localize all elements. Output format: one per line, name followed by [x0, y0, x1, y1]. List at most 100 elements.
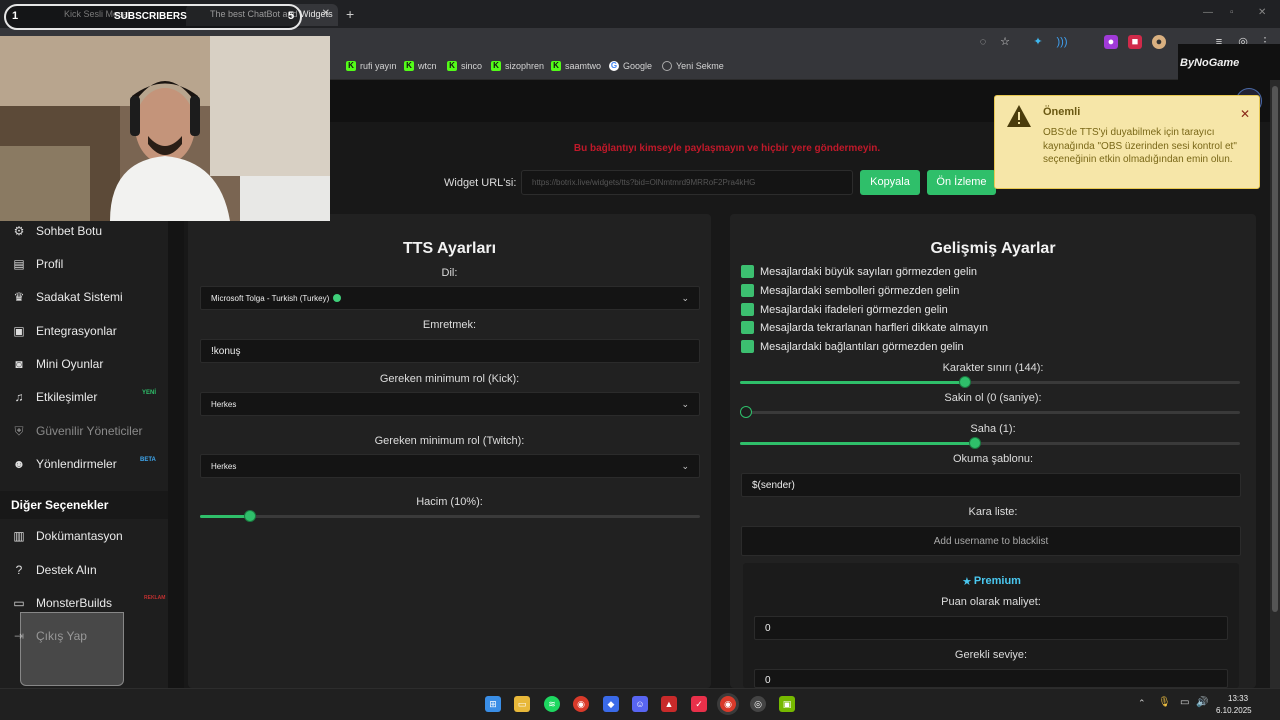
music-icon: ♫ [14, 390, 24, 404]
extension-icon[interactable]: ■ [1128, 35, 1142, 49]
microphone-icon[interactable]: 🎙 [1158, 697, 1171, 708]
star-icon[interactable]: ☆ [998, 35, 1012, 49]
premium-title: Premium [973, 575, 1021, 587]
sidebar-item-trusted-mods[interactable]: ⛨ Güvenilir Yöneticiler [12, 424, 143, 438]
ignore-links-checkbox[interactable] [741, 340, 754, 353]
cooldown-slider[interactable] [740, 406, 1240, 420]
clock-date: 6.10.2025 [1216, 706, 1252, 715]
cost-label: Puan olarak maliyet: [941, 596, 1041, 608]
close-tab-icon[interactable]: ✕ [322, 8, 330, 19]
file-explorer-icon[interactable]: ▭ [514, 696, 530, 712]
chrome-icon[interactable]: ◉ [573, 696, 589, 712]
template-input[interactable]: $(sender) [741, 473, 1241, 497]
plug-icon: ▣ [13, 324, 25, 338]
bookmark-sinco[interactable]: Ksinco [447, 61, 482, 71]
bookmark-sizophren[interactable]: Ksizophren [491, 61, 544, 71]
extension-icon[interactable]: ✦ [1031, 35, 1045, 49]
notification-body: OBS'de TTS'yi duyabilmek için tarayıcı k… [1043, 127, 1237, 165]
audio-icon[interactable]: ))) [1055, 35, 1069, 49]
extension-icon[interactable]: ● [1104, 35, 1118, 49]
bookmark-wtcn[interactable]: Kwtcn [404, 61, 437, 71]
discord-icon[interactable]: ☺ [632, 696, 648, 712]
bookmark-saamtwo[interactable]: Ksaamtwo [551, 61, 601, 71]
twitch-role-label: Gereken minimum rol (Twitch): [374, 435, 525, 447]
extension-icon[interactable]: ● [1152, 35, 1166, 49]
bookmark-label: wtcn [418, 61, 437, 71]
tts-title: TTS Ayarları [402, 240, 497, 257]
chrome-active-icon[interactable]: ◉ [720, 696, 736, 712]
checkbox-label: Mesajlardaki büyük sayıları görmezden ge… [760, 266, 978, 278]
kick-icon: K [491, 61, 501, 71]
copy-button[interactable]: Kopyala [860, 170, 920, 195]
chevron-up-icon[interactable]: ⌃ [1138, 698, 1146, 709]
close-icon[interactable]: ✕ [1240, 107, 1250, 121]
obs-icon[interactable]: ◎ [750, 696, 766, 712]
volume-label: Hacim (10%): [416, 496, 483, 508]
volume-slider[interactable] [200, 510, 700, 524]
slider-knob[interactable] [969, 437, 981, 449]
bookmark-rufi[interactable]: Krufi yayın [346, 61, 397, 71]
app-icon[interactable]: ✓ [691, 696, 707, 712]
app-icon[interactable]: ◆ [603, 696, 619, 712]
ignore-emotes-checkbox[interactable] [741, 303, 754, 316]
help-icon: ? [15, 563, 23, 577]
checkbox-label: Mesajlardaki sembolleri görmezden gelin [760, 285, 960, 297]
bookmark-new-tab[interactable]: Yeni Sekme [662, 61, 724, 71]
slider-knob[interactable] [740, 406, 752, 418]
sidebar-item-integrations[interactable]: ▣ Entegrasyonlar [12, 324, 116, 338]
bookmark-label: saamtwo [565, 61, 602, 71]
blacklist-label: Kara liste: [968, 506, 1018, 518]
pitch-slider[interactable] [740, 437, 1240, 451]
maximize-icon[interactable]: ▫ [1230, 7, 1234, 18]
windows-start-icon[interactable]: ⊞ [485, 696, 501, 712]
sidebar-item-chatbot[interactable]: ⚙ Sohbet Botu [12, 224, 102, 238]
bookmark-label: rufi yayın [360, 61, 397, 71]
bookmark-label: Yeni Sekme [676, 61, 724, 71]
ignore-symbols-checkbox[interactable] [741, 284, 754, 297]
language-select[interactable]: Microsoft Tolga - Turkish (Turkey) ⌄ [200, 286, 700, 310]
blacklist-input[interactable]: Add username to blacklist [741, 526, 1241, 556]
volume-icon[interactable]: 🔊 [1196, 697, 1208, 708]
sidebar-item-loyalty[interactable]: ♛ Sadakat Sistemi [12, 290, 123, 304]
slider-track [740, 411, 1240, 414]
twitch-role-value: Herkes [211, 461, 237, 471]
sidebar-item-label: Sadakat Sistemi [36, 290, 123, 304]
sidebar-item-support[interactable]: ? Destek Alın [12, 563, 97, 577]
subscribers-label: SUBSCRIBERS [114, 11, 187, 22]
eye-off-icon[interactable]: ◌ [976, 35, 990, 49]
widget-url-input[interactable]: https://botrix.live/widgets/tts?bid=OlNm… [521, 170, 853, 195]
sidebar-item-profile[interactable]: ▤ Profil [12, 257, 63, 271]
bookmark-label: sizophren [505, 61, 545, 71]
preview-button[interactable]: Ön İzleme [927, 170, 996, 195]
nvidia-icon[interactable]: ▣ [779, 696, 795, 712]
ignore-large-numbers-checkbox[interactable] [741, 265, 754, 278]
sidebar-item-mini-games[interactable]: ◙ Mini Oyunlar [12, 357, 103, 371]
slider-knob[interactable] [959, 376, 971, 388]
new-tab-icon[interactable]: + [346, 6, 354, 22]
advanced-title: Gelişmiş Ayarlar [930, 240, 1056, 257]
warning-text: Bu bağlantıyı kimseyle paylaşmayın ve hi… [573, 143, 881, 154]
sidebar-item-docs[interactable]: ▥ Dokümantasyon [12, 529, 122, 543]
bookmark-google[interactable]: G Google [609, 61, 652, 71]
level-input[interactable]: 0 [754, 669, 1228, 688]
minimize-icon[interactable]: — [1203, 7, 1213, 18]
sidebar-item-redirects[interactable]: ☻ Yönlendirmeler [12, 457, 117, 471]
ignore-repeated-letters-checkbox[interactable] [741, 321, 754, 334]
app-icon[interactable]: ▲ [661, 696, 677, 712]
close-window-icon[interactable]: ✕ [1258, 7, 1266, 18]
cost-input[interactable]: 0 [754, 616, 1228, 640]
kick-role-select[interactable]: Herkes ⌄ [200, 392, 700, 416]
kick-icon: K [551, 61, 561, 71]
slider-knob[interactable] [244, 510, 256, 522]
slider-fill [200, 515, 250, 518]
char-limit-slider[interactable] [740, 376, 1240, 390]
sidebar-item-monsterbuilds[interactable]: ▭ MonsterBuilds [12, 596, 112, 610]
scrollbar-thumb[interactable] [1272, 86, 1278, 612]
sidebar-item-label: Güvenilir Yöneticiler [36, 424, 143, 438]
command-input[interactable]: !konuş [200, 339, 700, 363]
spotify-icon[interactable]: ≋ [544, 696, 560, 712]
twitch-role-select[interactable]: Herkes ⌄ [200, 454, 700, 478]
sidebar-item-interactions[interactable]: ♫ Etkileşimler [12, 390, 98, 404]
bookmark-label: Google [623, 61, 653, 71]
network-icon[interactable]: ▭ [1180, 697, 1189, 708]
